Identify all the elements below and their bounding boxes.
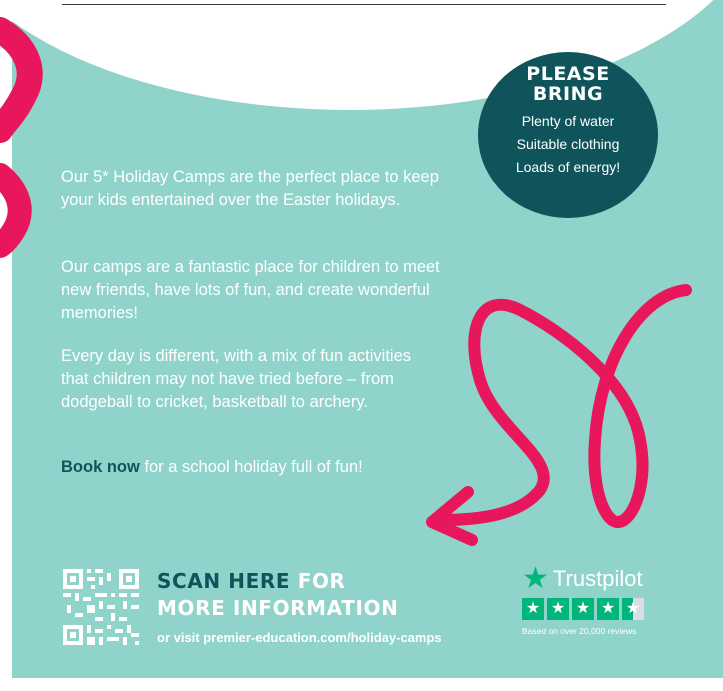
- scan-heading: SCAN HERE FOR MORE INFORMATION: [157, 568, 398, 622]
- book-paragraph-rest: for a school holiday full of fun!: [139, 458, 363, 476]
- trustpilot-reviews: Based on over 20,000 reviews: [522, 626, 637, 636]
- activities-paragraph: Every day is different, with a mix of fu…: [61, 347, 412, 411]
- trustpilot-rating: ★ ★ ★ ★ ★: [522, 598, 672, 620]
- flyer-page: PLEASE BRING Plenty of water Suitable cl…: [0, 0, 723, 691]
- trustpilot-header: ★ Trustpilot: [522, 564, 672, 594]
- rating-half-star-icon: ★: [622, 598, 644, 620]
- trustpilot-badge: ★ Trustpilot ★ ★ ★ ★ ★ Based on over 20,…: [522, 564, 672, 636]
- rating-star-icon: ★: [522, 598, 544, 620]
- rating-star-icon: ★: [597, 598, 619, 620]
- please-bring-item: Plenty of water: [521, 113, 615, 129]
- please-bring-item: Loads of energy!: [515, 159, 621, 175]
- trustpilot-name: Trustpilot: [552, 566, 643, 591]
- trustpilot-star-icon: ★: [522, 562, 549, 595]
- scan-line-1: SCAN HERE FOR: [157, 568, 398, 595]
- rating-star-icon: ★: [547, 598, 569, 620]
- book-now-link[interactable]: Book now: [61, 458, 140, 476]
- book-paragraph: Book now for a school holiday full of fu…: [61, 456, 431, 479]
- qr-code-icon[interactable]: [61, 567, 141, 647]
- intro-paragraph: Our 5* Holiday Camps are the perfect pla…: [61, 168, 439, 209]
- scan-for-text: FOR: [290, 569, 346, 593]
- rating-star-icon: ★: [572, 598, 594, 620]
- please-bring-item: Suitable clothing: [516, 136, 620, 152]
- please-bring-title-line2: BRING: [532, 83, 604, 105]
- scan-line-2: MORE INFORMATION: [157, 596, 399, 620]
- scan-here-text: SCAN HERE: [157, 569, 291, 593]
- please-bring-badge: PLEASE BRING Plenty of water Suitable cl…: [478, 52, 658, 218]
- please-bring-list: Plenty of water Suitable clothing Loads …: [478, 110, 658, 179]
- pink-arrow-decoration: [434, 284, 692, 528]
- please-bring-title: PLEASE BRING: [478, 64, 658, 104]
- please-bring-title-line1: PLEASE: [526, 63, 610, 85]
- camps-paragraph: Our camps are a fantastic place for chil…: [61, 258, 440, 322]
- visit-url-link[interactable]: or visit premier-education.com/holiday-c…: [157, 630, 442, 645]
